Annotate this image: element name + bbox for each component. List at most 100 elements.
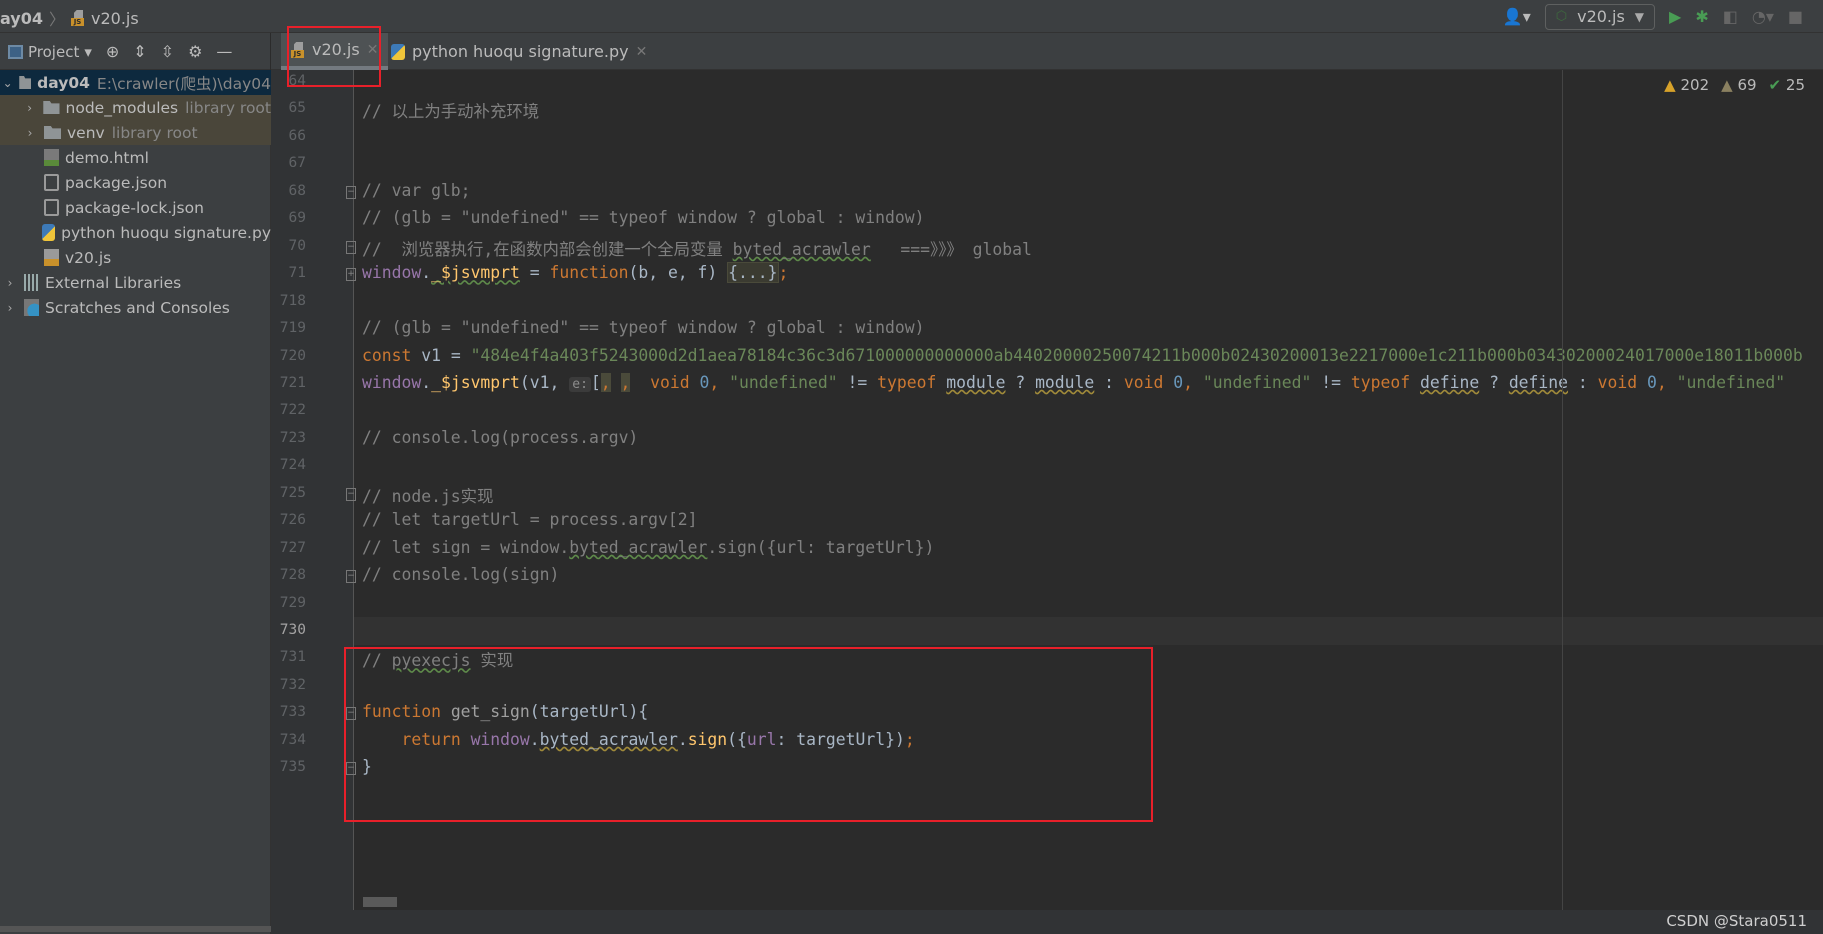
code-token: , bbox=[1656, 372, 1677, 392]
code-line[interactable]: // (glb = "undefined" == typeof window ?… bbox=[362, 208, 924, 227]
code-line[interactable]: window._$jsvmprt(v1, e: [, , void 0, "und… bbox=[362, 372, 1785, 392]
annotation-box-tab bbox=[287, 26, 381, 87]
code-line[interactable]: const v1 = "484e4f4a403f5243000d2d1aea78… bbox=[362, 346, 1803, 365]
project-view-selector[interactable]: Project ▾ bbox=[8, 43, 92, 61]
line-number: 734 bbox=[279, 731, 306, 748]
code-token: ? bbox=[1005, 372, 1036, 392]
tree-item-package-json[interactable]: package.json bbox=[0, 170, 271, 195]
line-number: 718 bbox=[279, 292, 306, 309]
user-icon[interactable]: 👤▾ bbox=[1503, 8, 1531, 25]
chevron-right-icon[interactable]: › bbox=[22, 101, 37, 115]
chevron-right-icon[interactable]: › bbox=[22, 126, 38, 140]
chevron-right-icon[interactable]: › bbox=[2, 301, 18, 315]
code-line[interactable]: // console.log(sign) bbox=[362, 565, 559, 584]
current-line-highlight bbox=[354, 616, 1823, 645]
code-token: 0 bbox=[1646, 372, 1657, 392]
line-number: 69 bbox=[288, 210, 306, 227]
run-config-select[interactable]: ⬡ v20.js ▼ bbox=[1544, 3, 1656, 30]
weak-warnings-count[interactable]: ▲ 69 bbox=[1721, 76, 1756, 94]
tab-python-huoqu-signature[interactable]: python huoqu signature.py ✕ bbox=[381, 33, 657, 70]
tree-item-node-modules[interactable]: › node_modules library root bbox=[0, 95, 271, 120]
inspection-widget[interactable]: ▲ 202 ▲ 69 ✔ 25 bbox=[1664, 76, 1805, 94]
json-icon bbox=[44, 174, 59, 191]
tree-item-label: node_modules bbox=[65, 98, 179, 117]
fold-expand-icon[interactable]: + bbox=[346, 268, 356, 282]
horizontal-scrollbar[interactable] bbox=[363, 897, 397, 907]
typos-count[interactable]: ✔ 25 bbox=[1769, 76, 1805, 94]
tree-item-hint: E:\crawler(爬虫)\day04 bbox=[96, 74, 271, 93]
coverage-icon[interactable]: ◧ bbox=[1723, 8, 1738, 25]
code-token: // console.log(process.argv) bbox=[362, 427, 639, 447]
code-line[interactable]: // let targetUrl = process.argv[2] bbox=[362, 510, 698, 529]
code-token: // let sign = window. bbox=[362, 537, 570, 557]
code-line[interactable]: // 以上为手动补充环境 bbox=[362, 98, 539, 122]
line-number: 730 bbox=[279, 622, 306, 638]
code-token: , bbox=[600, 372, 611, 392]
line-number: 70 bbox=[288, 237, 306, 254]
locate-icon[interactable]: ⊕ bbox=[106, 43, 119, 60]
code-token: window bbox=[362, 372, 422, 392]
tree-item-label: venv bbox=[67, 123, 105, 142]
hide-icon[interactable]: — bbox=[216, 43, 232, 60]
sidebar-scrollbar[interactable] bbox=[0, 926, 271, 932]
chevron-down-icon[interactable]: ⌄ bbox=[2, 76, 13, 90]
gear-icon[interactable]: ⚙ bbox=[188, 43, 202, 60]
stop-icon[interactable]: ■ bbox=[1788, 8, 1803, 25]
close-icon[interactable]: ✕ bbox=[636, 44, 648, 60]
breadcrumb-project[interactable]: ay04 bbox=[0, 9, 43, 28]
code-token: .sign({url: targetUrl}) bbox=[707, 537, 935, 557]
debug-icon[interactable]: ✱ bbox=[1695, 8, 1708, 25]
code-token: define bbox=[1419, 372, 1480, 392]
code-line[interactable]: // node.js实现 bbox=[362, 483, 493, 507]
line-number: 728 bbox=[279, 567, 306, 584]
code-line[interactable]: window._$jsvmprt = function(b, e, f) {..… bbox=[362, 262, 789, 284]
fold-collapse-icon[interactable]: − bbox=[346, 240, 356, 254]
code-token: window bbox=[362, 263, 422, 283]
line-number: 731 bbox=[279, 649, 306, 666]
line-number: 729 bbox=[279, 594, 306, 611]
python-file-icon bbox=[391, 43, 405, 60]
tree-item-package-lock-json[interactable]: package-lock.json bbox=[0, 195, 271, 220]
code-line[interactable]: // 浏览器执行,在函数内部会创建一个全局变量 byted_acrawler =… bbox=[362, 236, 1032, 260]
project-title: Project bbox=[28, 42, 80, 61]
code-line[interactable]: // let sign = window.byted_acrawler.sign… bbox=[362, 538, 934, 557]
code-line[interactable]: // (glb = "undefined" == typeof window ?… bbox=[362, 318, 924, 337]
tree-item-day04[interactable]: ⌄ day04 E:\crawler(爬虫)\day04 bbox=[0, 70, 271, 95]
run-toolbar: 👤▾ ⬡ v20.js ▼ ▶ ✱ ◧ ◔▾ ■ bbox=[1503, 0, 1823, 33]
expand-all-icon[interactable]: ⇕ bbox=[133, 43, 146, 60]
breadcrumb: ay04 〉 v20.js bbox=[0, 6, 139, 30]
tree-item-external-libraries[interactable]: › External Libraries bbox=[0, 270, 271, 295]
code-token: // node.js实现 bbox=[362, 486, 494, 506]
project-tree: ⌄ day04 E:\crawler(爬虫)\day04 › node_modules l… bbox=[0, 70, 271, 934]
tree-item-venv[interactable]: › venv library root bbox=[0, 120, 271, 145]
code-token: // 浏览器执行,在函数内部会创建一个全局变量 bbox=[362, 239, 733, 259]
run-icon[interactable]: ▶ bbox=[1669, 8, 1681, 25]
collapse-all-icon[interactable]: ⇳ bbox=[161, 43, 174, 60]
line-number: 720 bbox=[279, 347, 306, 364]
fold-collapse-icon[interactable]: − bbox=[346, 185, 356, 199]
tree-item-python-huoqu-signature-py[interactable]: python huoqu signature.py bbox=[0, 220, 271, 245]
tree-item-scratches-and-consoles[interactable]: › Scratches and Consoles bbox=[0, 295, 271, 320]
code-token: // (glb = "undefined" == typeof window ?… bbox=[362, 318, 925, 338]
code-line[interactable]: // console.log(process.argv) bbox=[362, 428, 638, 447]
profile-icon[interactable]: ◔▾ bbox=[1752, 8, 1774, 25]
code-token: ? bbox=[1479, 372, 1509, 392]
chevron-right-icon[interactable]: › bbox=[2, 276, 18, 290]
code-line[interactable]: // var glb; bbox=[362, 181, 471, 200]
fold-collapse-icon[interactable]: − bbox=[346, 570, 356, 584]
typo-check-icon: ✔ bbox=[1768, 76, 1782, 94]
breadcrumb-file[interactable]: v20.js bbox=[91, 9, 139, 28]
code-token: , bbox=[1183, 372, 1203, 392]
code-token: ; bbox=[778, 263, 789, 283]
tree-item-v20-js[interactable]: v20.js bbox=[0, 245, 271, 270]
project-panel-header: Project ▾ ⊕ ⇕ ⇳ ⚙ — bbox=[0, 33, 271, 70]
warnings-count[interactable]: ▲ 202 bbox=[1664, 76, 1709, 94]
folder-icon bbox=[19, 76, 32, 89]
python-icon bbox=[42, 224, 56, 241]
tree-item-demo-html[interactable]: demo.html bbox=[0, 145, 271, 170]
fold-collapse-icon[interactable]: − bbox=[346, 487, 356, 501]
line-number: 722 bbox=[279, 402, 306, 419]
code-token: // 以上为手动补充环境 bbox=[362, 102, 540, 122]
watermark: CSDN @Stara0511 bbox=[1666, 912, 1807, 930]
code-token: // console.log(sign) bbox=[362, 565, 560, 585]
